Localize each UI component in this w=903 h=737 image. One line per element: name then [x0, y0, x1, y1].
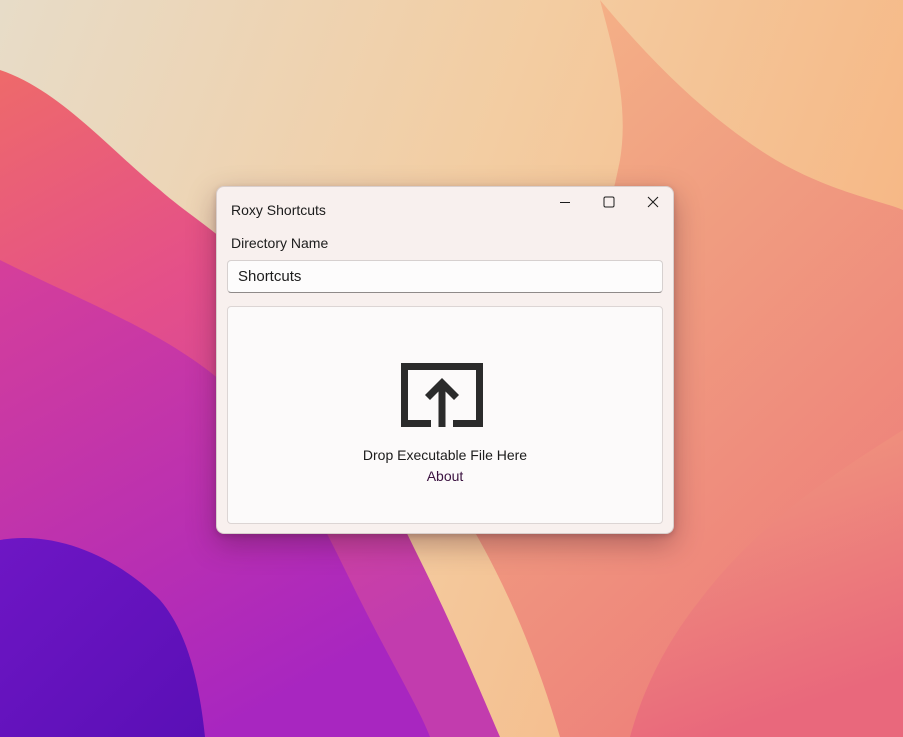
window-title: Roxy Shortcuts — [231, 202, 326, 218]
close-button[interactable] — [631, 187, 673, 217]
title-bar[interactable]: Roxy Shortcuts — [217, 187, 673, 227]
drop-zone[interactable]: Drop Executable File Here About — [227, 306, 663, 524]
directory-name-label: Directory Name — [231, 235, 329, 251]
app-window: Roxy Shortcuts Directory Name Drop Execu… — [216, 186, 674, 534]
minimize-icon — [560, 202, 570, 203]
upload-icon — [401, 363, 483, 427]
close-icon — [647, 196, 659, 208]
drop-instructions: Drop Executable File Here — [362, 447, 528, 463]
maximize-icon — [603, 196, 615, 208]
about-link[interactable]: About — [228, 468, 662, 484]
maximize-button[interactable] — [587, 187, 631, 217]
minimize-button[interactable] — [543, 187, 587, 217]
directory-name-input[interactable] — [227, 260, 663, 293]
